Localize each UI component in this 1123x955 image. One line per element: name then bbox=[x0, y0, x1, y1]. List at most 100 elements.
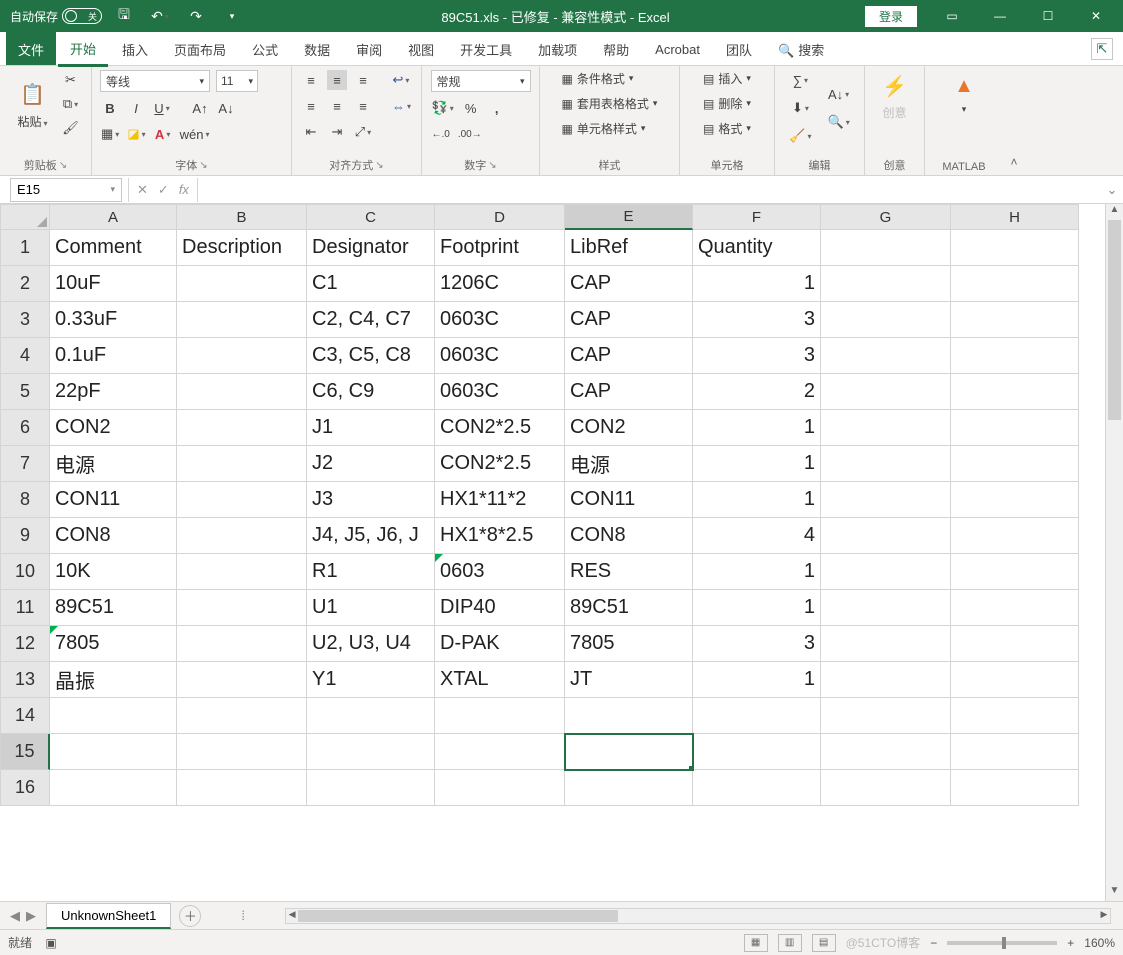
font-size-combobox[interactable]: 11▾ bbox=[216, 70, 258, 92]
cell-B10[interactable] bbox=[177, 554, 307, 590]
cell-C14[interactable] bbox=[307, 698, 435, 734]
cell-D5[interactable]: 0603C bbox=[435, 374, 565, 410]
cell-A10[interactable]: 10K bbox=[50, 554, 177, 590]
cell-E6[interactable]: CON2 bbox=[565, 410, 693, 446]
cell-F9[interactable]: 4 bbox=[693, 518, 821, 554]
cell-G6[interactable] bbox=[821, 410, 951, 446]
cell-D1[interactable]: Footprint bbox=[435, 230, 565, 266]
cell-A14[interactable] bbox=[50, 698, 177, 734]
sheet-nav-prev-icon[interactable]: ◀ bbox=[10, 908, 20, 924]
cell-H10[interactable] bbox=[951, 554, 1079, 590]
tab-home[interactable]: 开始 bbox=[58, 31, 108, 67]
cell-E16[interactable] bbox=[565, 770, 693, 806]
scroll-right-icon[interactable]: ▶ bbox=[1098, 909, 1110, 923]
cell-C12[interactable]: U2, U3, U4 bbox=[307, 626, 435, 662]
row-header-16[interactable]: 16 bbox=[0, 770, 50, 806]
tab-developer[interactable]: 开发工具 bbox=[448, 32, 524, 65]
cell-G12[interactable] bbox=[821, 626, 951, 662]
maximize-icon[interactable]: ☐ bbox=[1025, 0, 1071, 32]
login-button[interactable]: 登录 bbox=[865, 6, 917, 27]
cell-E15[interactable] bbox=[565, 734, 693, 770]
cell-B2[interactable] bbox=[177, 266, 307, 302]
tab-search[interactable]: 🔍搜索 bbox=[766, 32, 836, 65]
bold-button[interactable]: B bbox=[100, 98, 120, 118]
cell-F1[interactable]: Quantity bbox=[693, 230, 821, 266]
row-header-9[interactable]: 9 bbox=[0, 518, 50, 554]
cell-A5[interactable]: 22pF bbox=[50, 374, 177, 410]
cell-C16[interactable] bbox=[307, 770, 435, 806]
cell-E10[interactable]: RES bbox=[565, 554, 693, 590]
cell-D3[interactable]: 0603C bbox=[435, 302, 565, 338]
clear-button[interactable]: 🧹 bbox=[788, 126, 812, 146]
redo-icon[interactable]: ↷ bbox=[182, 2, 210, 30]
autosave-toggle[interactable]: 自动保存 关 bbox=[10, 8, 102, 25]
formula-input[interactable] bbox=[198, 178, 1101, 202]
underline-button[interactable]: U bbox=[152, 98, 172, 118]
zoom-level[interactable]: 160% bbox=[1084, 936, 1115, 950]
cell-F12[interactable]: 3 bbox=[693, 626, 821, 662]
insert-cells-button[interactable]: ▤ 插入 ▾ bbox=[703, 70, 751, 87]
normal-view-button[interactable]: ▦ bbox=[744, 934, 768, 952]
cell-G5[interactable] bbox=[821, 374, 951, 410]
cell-D13[interactable]: XTAL bbox=[435, 662, 565, 698]
cell-A3[interactable]: 0.33uF bbox=[50, 302, 177, 338]
cell-H5[interactable] bbox=[951, 374, 1079, 410]
save-icon[interactable]: 🖫 bbox=[110, 2, 138, 30]
row-header-13[interactable]: 13 bbox=[0, 662, 50, 698]
column-header-A[interactable]: A bbox=[50, 204, 177, 230]
cell-C8[interactable]: J3 bbox=[307, 482, 435, 518]
new-sheet-button[interactable]: ＋ bbox=[179, 905, 201, 927]
tab-formulas[interactable]: 公式 bbox=[240, 32, 290, 65]
row-header-6[interactable]: 6 bbox=[0, 410, 50, 446]
cell-H1[interactable] bbox=[951, 230, 1079, 266]
cell-C5[interactable]: C6, C9 bbox=[307, 374, 435, 410]
matlab-button[interactable]: ▲ ▾ bbox=[942, 70, 986, 115]
column-header-G[interactable]: G bbox=[821, 204, 951, 230]
cell-G10[interactable] bbox=[821, 554, 951, 590]
cell-H14[interactable] bbox=[951, 698, 1079, 734]
align-right-icon[interactable]: ≡ bbox=[353, 96, 373, 116]
row-header-8[interactable]: 8 bbox=[0, 482, 50, 518]
cell-E3[interactable]: CAP bbox=[565, 302, 693, 338]
cell-H9[interactable] bbox=[951, 518, 1079, 554]
font-dialog-launcher[interactable]: ↘ bbox=[199, 160, 207, 171]
cell-G16[interactable] bbox=[821, 770, 951, 806]
ribbon-display-icon[interactable]: ▭ bbox=[929, 0, 975, 32]
collapse-ribbon-icon[interactable]: ˄ bbox=[1003, 66, 1025, 175]
column-header-H[interactable]: H bbox=[951, 204, 1079, 230]
cell-B13[interactable] bbox=[177, 662, 307, 698]
tab-addins[interactable]: 加载项 bbox=[526, 32, 589, 65]
cell-styles-button[interactable]: ▦ 单元格样式 ▾ bbox=[562, 120, 646, 137]
format-cells-button[interactable]: ▤ 格式 ▾ bbox=[703, 120, 751, 137]
row-header-12[interactable]: 12 bbox=[0, 626, 50, 662]
row-header-11[interactable]: 11 bbox=[0, 590, 50, 626]
cell-H2[interactable] bbox=[951, 266, 1079, 302]
cell-B6[interactable] bbox=[177, 410, 307, 446]
cell-B1[interactable]: Description bbox=[177, 230, 307, 266]
cell-D16[interactable] bbox=[435, 770, 565, 806]
merge-center-button[interactable]: ⇔ bbox=[391, 96, 412, 116]
cell-E9[interactable]: CON8 bbox=[565, 518, 693, 554]
phonetic-button[interactable]: wén bbox=[179, 124, 211, 144]
cell-B15[interactable] bbox=[177, 734, 307, 770]
cell-C7[interactable]: J2 bbox=[307, 446, 435, 482]
cell-A13[interactable]: 晶振 bbox=[50, 662, 177, 698]
cell-G8[interactable] bbox=[821, 482, 951, 518]
row-header-4[interactable]: 4 bbox=[0, 338, 50, 374]
column-header-B[interactable]: B bbox=[177, 204, 307, 230]
cell-C13[interactable]: Y1 bbox=[307, 662, 435, 698]
decrease-decimal-button[interactable]: .00→ bbox=[457, 124, 483, 144]
cell-B11[interactable] bbox=[177, 590, 307, 626]
align-center-icon[interactable]: ≡ bbox=[327, 96, 347, 116]
scroll-left-icon[interactable]: ◀ bbox=[286, 909, 298, 923]
cell-F6[interactable]: 1 bbox=[693, 410, 821, 446]
macro-record-icon[interactable]: ▣ bbox=[45, 936, 56, 950]
cell-F16[interactable] bbox=[693, 770, 821, 806]
row-header-2[interactable]: 2 bbox=[0, 266, 50, 302]
cell-G4[interactable] bbox=[821, 338, 951, 374]
number-format-combobox[interactable]: 常规▾ bbox=[431, 70, 531, 92]
page-break-view-button[interactable]: ▤ bbox=[812, 934, 836, 952]
decrease-indent-icon[interactable]: ⇤ bbox=[301, 122, 321, 142]
clipboard-dialog-launcher[interactable]: ↘ bbox=[59, 160, 67, 171]
cell-H12[interactable] bbox=[951, 626, 1079, 662]
